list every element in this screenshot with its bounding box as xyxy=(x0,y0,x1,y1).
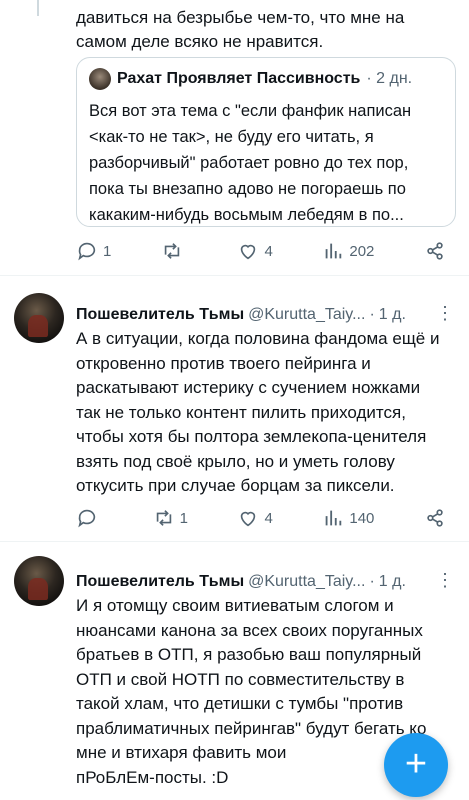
retweet-icon xyxy=(156,510,171,526)
quote-header: Рахат Проявляет Пассивность · 2 дн. xyxy=(89,68,443,90)
views-button[interactable]: 140 xyxy=(322,507,374,529)
tweet-time: 1 д. xyxy=(378,306,406,323)
retweet-button[interactable]: 1 xyxy=(153,507,188,529)
retweet-button[interactable] xyxy=(161,240,188,262)
more-options-icon[interactable]: ⋮ xyxy=(436,303,455,324)
reply-icon xyxy=(78,509,96,528)
author-name[interactable]: Пошевелитель Тьмы xyxy=(76,306,244,324)
tweet-text: А в ситуации, когда половина фандома ещё… xyxy=(76,329,440,495)
quote-text: Вся вот эта тема с "если фанфик написан … xyxy=(89,102,412,224)
reply-count: 1 xyxy=(103,242,112,260)
views-count: 202 xyxy=(349,242,375,260)
action-bar: 1 4 140 xyxy=(76,504,446,532)
compose-button[interactable]: + xyxy=(384,733,448,797)
quoted-tweet[interactable]: Рахат Проявляет Пассивность · 2 дн. Вся … xyxy=(76,57,456,227)
views-icon xyxy=(326,243,342,259)
tweet-header: Пошевелитель Тьмы @Kurutta_Taiy... · 1 д… xyxy=(76,303,406,327)
author-name[interactable]: Пошевелитель Тьмы xyxy=(76,573,244,591)
more-options-icon[interactable]: ⋮ xyxy=(436,570,455,591)
quote-time: · 2 дн. xyxy=(366,70,413,87)
tweet-text: давиться на безрыбье чем-то, что мне на … xyxy=(76,8,405,51)
share-button[interactable] xyxy=(424,507,446,529)
views-icon xyxy=(326,510,342,526)
action-bar: 1 4 202 xyxy=(76,237,446,265)
like-button[interactable]: 4 xyxy=(237,507,273,529)
like-count: 4 xyxy=(264,509,273,527)
author-handle[interactable]: @Kurutta_Taiy... xyxy=(248,306,365,324)
avatar[interactable] xyxy=(14,293,64,343)
share-icon xyxy=(427,509,443,527)
views-button[interactable]: 202 xyxy=(322,240,374,262)
views-count: 140 xyxy=(349,509,375,527)
author-handle[interactable]: @Kurutta_Taiy... xyxy=(248,573,365,591)
thread-line xyxy=(37,0,39,16)
plus-icon: + xyxy=(404,742,428,785)
avatar[interactable] xyxy=(14,556,64,606)
heart-icon xyxy=(241,511,256,527)
like-count: 4 xyxy=(264,242,273,260)
retweet-icon xyxy=(164,243,180,259)
separator-dot: · xyxy=(369,573,375,590)
reply-button[interactable] xyxy=(76,507,103,529)
reply-icon xyxy=(78,242,96,261)
share-button[interactable] xyxy=(424,240,446,262)
share-icon xyxy=(427,242,443,260)
heart-icon xyxy=(241,244,256,260)
quote-author-name: Рахат Проявляет Пассивность xyxy=(117,70,361,87)
avatar xyxy=(89,68,111,90)
tweet-time: 1 д. xyxy=(378,573,406,590)
retweet-count: 1 xyxy=(179,509,188,527)
like-button[interactable]: 4 xyxy=(237,240,273,262)
reply-button[interactable]: 1 xyxy=(76,240,111,262)
divider xyxy=(0,541,469,542)
divider xyxy=(0,275,469,276)
tweet-header: Пошевелитель Тьмы @Kurutta_Taiy... · 1 д… xyxy=(76,570,406,594)
separator-dot: · xyxy=(369,306,375,323)
